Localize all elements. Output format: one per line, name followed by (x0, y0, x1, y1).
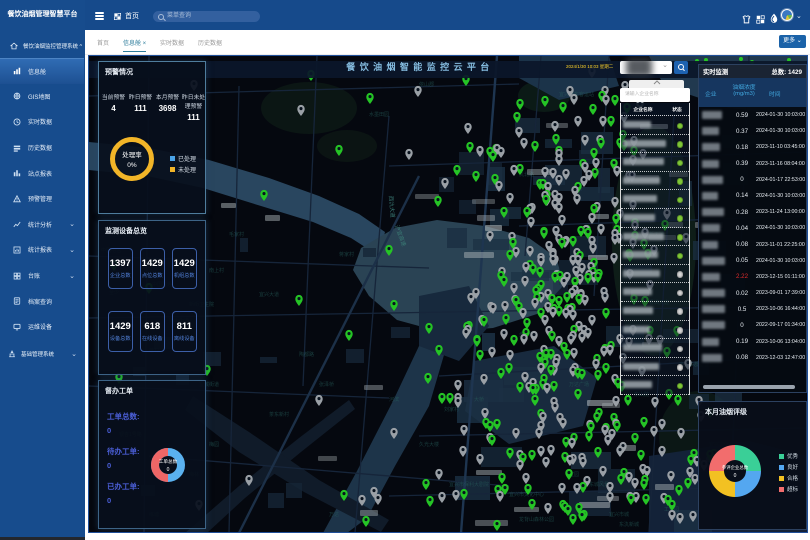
svg-text:刘家村: 刘家村 (444, 406, 459, 413)
svg-text:参评企业总数: 参评企业总数 (722, 464, 749, 471)
svg-text:0%: 0% (127, 162, 137, 169)
svg-text:东城风景: 东城风景 (589, 481, 609, 488)
svg-text:宜兴市城: 宜兴市城 (609, 511, 629, 518)
svg-text:毛家村: 毛家村 (229, 231, 244, 238)
svg-text:0: 0 (167, 467, 170, 473)
svg-text:0: 0 (734, 473, 737, 479)
svg-text:万达: 万达 (329, 511, 339, 518)
svg-text:蒋家村: 蒋家村 (339, 251, 354, 258)
svg-text:南上村: 南上村 (209, 267, 224, 274)
svg-text:梅园: 梅园 (209, 441, 219, 448)
svg-text:陶都路: 陶都路 (299, 351, 314, 358)
svg-text:工单总数: 工单总数 (159, 458, 178, 465)
svg-text:龙背山森林公园: 龙背山森林公园 (519, 516, 554, 523)
svg-text:依山郡: 依山郡 (419, 81, 434, 88)
svg-text:茶东新村: 茶东新村 (269, 411, 289, 418)
svg-text:宜兴市保利大剧院: 宜兴市保利大剧院 (449, 481, 489, 488)
svg-text:万达广场: 万达广场 (569, 381, 589, 388)
svg-text:处理率: 处理率 (122, 150, 142, 159)
svg-text:大桥: 大桥 (474, 396, 484, 403)
svg-text:河滨: 河滨 (389, 396, 399, 403)
svg-text:宜兴大道: 宜兴大道 (259, 291, 279, 298)
svg-text:水墨田园: 水墨田园 (369, 111, 389, 118)
svg-text:张泽桥: 张泽桥 (319, 381, 334, 388)
svg-text:久光大楼: 久光大楼 (419, 441, 439, 448)
svg-text:东氿新城: 东氿新城 (619, 521, 639, 528)
